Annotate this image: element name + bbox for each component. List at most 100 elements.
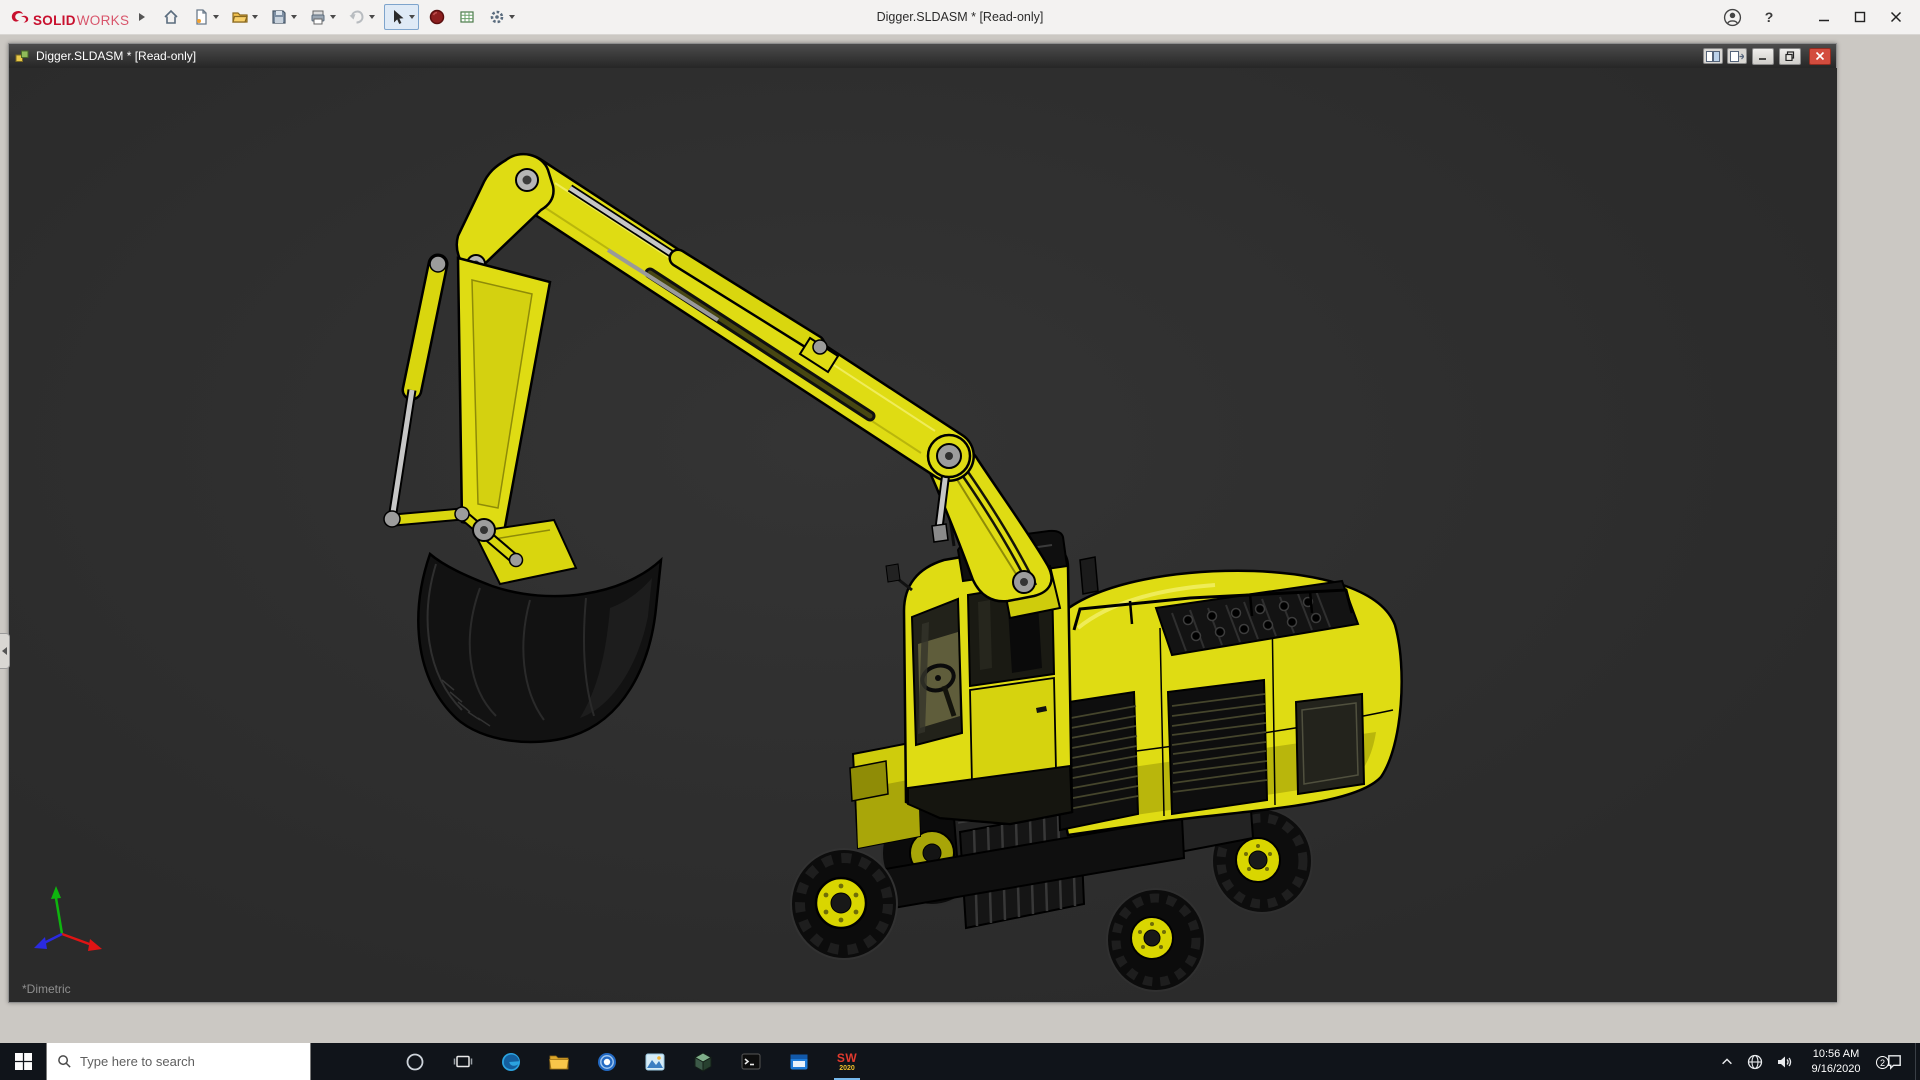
excavator-model[interactable] xyxy=(384,154,1402,991)
task-view-button[interactable] xyxy=(439,1043,487,1080)
dropdown-caret-icon xyxy=(330,15,336,19)
notification-badge: 2 xyxy=(1876,1056,1889,1069)
edge-button[interactable] xyxy=(487,1043,535,1080)
view-orientation-label: *Dimetric xyxy=(22,982,71,996)
display-pane-expand-button[interactable] xyxy=(1727,48,1747,64)
display-pane-split-button[interactable] xyxy=(1703,48,1723,64)
graphics-viewport[interactable]: *Dimetric xyxy=(10,68,1837,1002)
document-window: Digger.SLDASM * [Read-only] xyxy=(8,43,1837,1003)
app-titlebar: SOLIDWORKS xyxy=(0,0,1920,35)
close-button[interactable] xyxy=(1878,2,1914,32)
edge-browser-icon xyxy=(500,1051,522,1073)
pane-split-icon xyxy=(1706,51,1720,62)
pane-arrow-icon xyxy=(1730,51,1744,62)
task-view-icon xyxy=(453,1052,473,1072)
terminal-button[interactable] xyxy=(727,1043,775,1080)
taskbar: SW 2020 10:56 AM 9/16/2020 xyxy=(0,1043,1920,1080)
app-title: Digger.SLDASM * [Read-only] xyxy=(877,10,1044,24)
bucket[interactable] xyxy=(418,554,661,742)
wheel-front-right[interactable] xyxy=(1107,889,1205,991)
home-button[interactable] xyxy=(159,4,183,30)
open-button[interactable] xyxy=(228,4,261,30)
quick-access-toolbar xyxy=(159,4,518,30)
document-window-buttons xyxy=(1703,48,1831,65)
dropdown-caret-icon xyxy=(369,15,375,19)
window-controls xyxy=(1806,2,1914,32)
maximize-button[interactable] xyxy=(1842,2,1878,32)
new-document-icon xyxy=(192,8,210,26)
document-titlebar[interactable]: Digger.SLDASM * [Read-only] xyxy=(9,44,1836,68)
windows-logo-icon xyxy=(15,1053,32,1070)
menu-flyout-icon[interactable] xyxy=(139,13,145,21)
solidworks-2020-button[interactable]: SW 2020 xyxy=(823,1043,871,1080)
minimize-button[interactable] xyxy=(1806,2,1842,32)
undo-icon xyxy=(348,8,366,26)
network-globe-icon[interactable] xyxy=(1747,1054,1763,1070)
action-center-button[interactable]: 2 xyxy=(1880,1053,1909,1070)
gear-icon xyxy=(488,8,506,26)
print-icon xyxy=(309,8,327,26)
file-explorer-icon xyxy=(548,1051,570,1073)
model-canvas[interactable] xyxy=(10,68,1837,1002)
close-icon xyxy=(1890,11,1902,23)
system-tray: 10:56 AM 9/16/2020 2 xyxy=(1720,1043,1915,1080)
cab-door xyxy=(970,678,1056,784)
new-document-button[interactable] xyxy=(189,4,222,30)
ds-logo-icon xyxy=(10,7,32,25)
search-input[interactable] xyxy=(80,1054,280,1069)
dropdown-caret-icon xyxy=(409,15,415,19)
terminal-icon xyxy=(740,1051,762,1073)
rebuild-button[interactable] xyxy=(425,4,449,30)
dropdown-caret-icon xyxy=(252,15,258,19)
minimize-icon xyxy=(1818,11,1830,23)
app-client-area: Digger.SLDASM * [Read-only] xyxy=(0,35,1920,1043)
dropdown-caret-icon xyxy=(291,15,297,19)
solidworks-viewer-button[interactable] xyxy=(679,1043,727,1080)
solidworks-cube-icon xyxy=(692,1051,714,1073)
document-minimize-button[interactable] xyxy=(1752,48,1774,65)
cortana-button[interactable] xyxy=(391,1043,439,1080)
photos-button[interactable] xyxy=(631,1043,679,1080)
print-button[interactable] xyxy=(306,4,339,30)
table-icon xyxy=(458,8,476,26)
save-button[interactable] xyxy=(267,4,300,30)
help-icon[interactable]: ? xyxy=(1760,9,1778,25)
select-tool-button[interactable] xyxy=(384,4,419,30)
clock-time: 10:56 AM xyxy=(1805,1047,1867,1061)
document-close-button[interactable] xyxy=(1809,48,1831,65)
wheel-front-left[interactable] xyxy=(791,849,897,959)
app-window-button[interactable] xyxy=(775,1043,823,1080)
orientation-triad[interactable] xyxy=(34,886,102,951)
browser-circle-icon xyxy=(596,1051,618,1073)
rebuild-stoplight-icon xyxy=(428,8,446,26)
feature-panel-collapse-handle[interactable] xyxy=(0,633,10,669)
options-button[interactable] xyxy=(485,4,518,30)
show-desktop-button[interactable] xyxy=(1915,1043,1920,1080)
clock-date: 9/16/2020 xyxy=(1805,1062,1867,1076)
account-icon[interactable] xyxy=(1723,8,1742,27)
restore-icon xyxy=(1785,51,1795,61)
solidworks-2020-icon: SW 2020 xyxy=(837,1052,857,1072)
boom-plate[interactable] xyxy=(458,258,550,532)
volume-icon[interactable] xyxy=(1776,1054,1792,1070)
titlebar-right: ? xyxy=(1723,2,1920,32)
upper-body[interactable] xyxy=(1056,557,1402,835)
bucket-cylinder[interactable] xyxy=(392,256,446,519)
assembly-document-icon xyxy=(14,48,30,64)
evaluate-table-button[interactable] xyxy=(455,4,479,30)
undo-button[interactable] xyxy=(345,4,378,30)
document-restore-button[interactable] xyxy=(1779,48,1801,65)
taskbar-spacer xyxy=(871,1043,1720,1080)
solidworks-logo: SOLIDWORKS xyxy=(10,7,129,28)
start-button[interactable] xyxy=(0,1043,46,1080)
chevron-left-icon xyxy=(2,647,7,655)
minimize-icon xyxy=(1758,51,1768,61)
browser-circle-button[interactable] xyxy=(583,1043,631,1080)
maximize-icon xyxy=(1854,11,1866,23)
document-title: Digger.SLDASM * [Read-only] xyxy=(36,49,196,63)
hidden-icons-chevron-icon[interactable] xyxy=(1720,1055,1734,1069)
taskbar-search[interactable] xyxy=(46,1043,311,1080)
boom-stick[interactable] xyxy=(527,180,949,456)
taskbar-clock[interactable]: 10:56 AM 9/16/2020 xyxy=(1805,1047,1867,1076)
file-explorer-button[interactable] xyxy=(535,1043,583,1080)
